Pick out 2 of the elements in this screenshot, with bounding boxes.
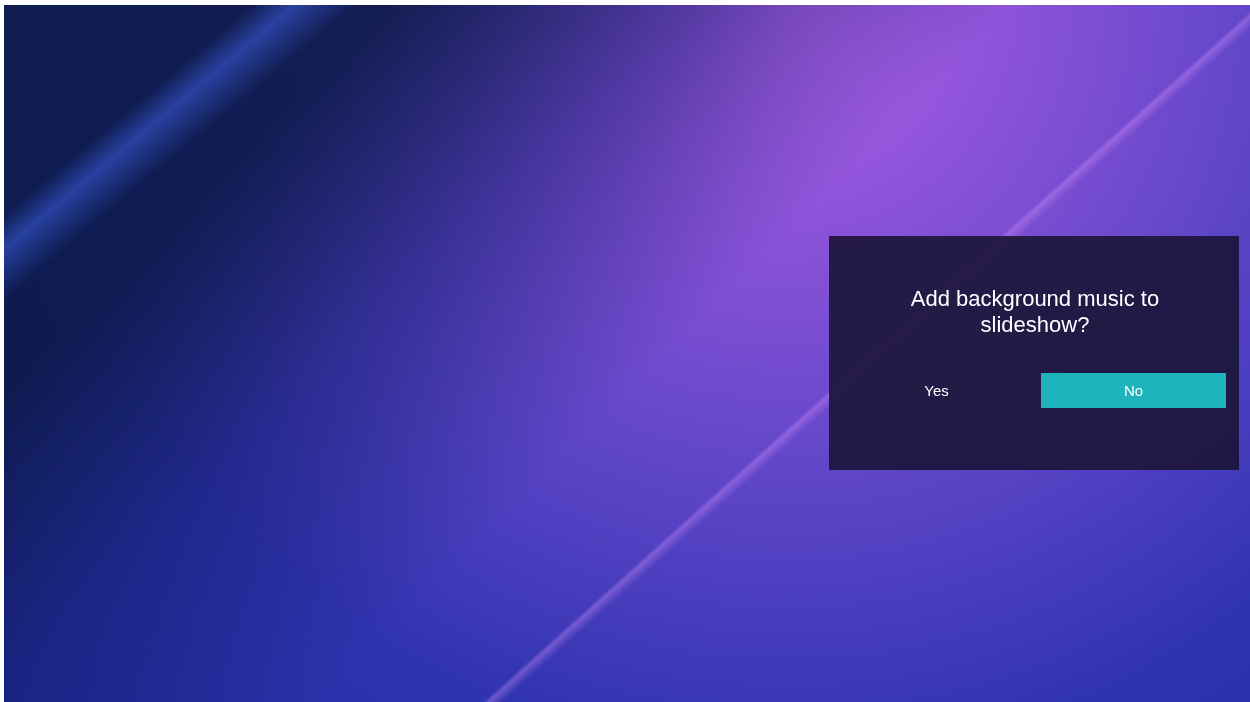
dialog-message: Add background music to slideshow?	[909, 286, 1161, 338]
dialog-button[interactable]: Yes	[844, 373, 1029, 408]
